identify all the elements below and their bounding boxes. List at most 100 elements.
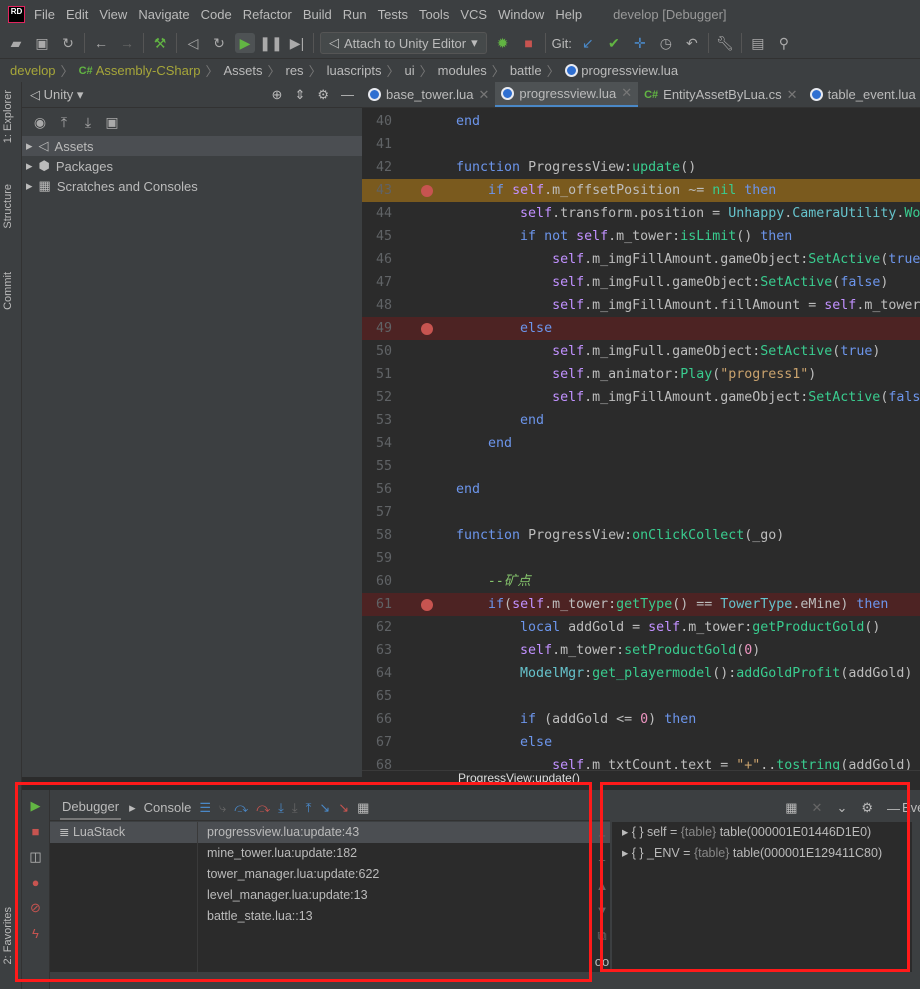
back-icon[interactable]: ← [91,33,111,53]
line-number[interactable]: 48 [362,294,392,317]
code-line[interactable]: 42 function ProgressView:update() [362,156,920,179]
tab-base-tower[interactable]: base_tower.lua ✕ [362,82,495,107]
tab-progressview[interactable]: progressview.lua ✕ [495,82,639,107]
expand-arrow-icon[interactable]: ▸ [26,158,33,174]
code-line[interactable]: 64 ModelMgr:get_playermodel():addGoldPro… [362,662,920,685]
gear-icon[interactable]: ⚙ [317,87,329,103]
line-number[interactable]: 64 [362,662,392,685]
line-number[interactable]: 49 [362,317,392,340]
preview-icon[interactable]: ▣ [102,112,122,132]
menu-build[interactable]: Build [303,7,332,22]
breakpoint-icon[interactable] [421,185,433,197]
favorites-tab[interactable]: 2: Favorites [2,907,14,964]
line-number[interactable]: 58 [362,524,392,547]
code-line[interactable]: 65 [362,685,920,708]
line-number[interactable]: 40 [362,110,392,133]
line-number[interactable]: 41 [362,133,392,156]
breadcrumb-luascripts[interactable]: luascripts 〉 [327,61,405,80]
code-line[interactable]: 54 end [362,432,920,455]
expand-up-icon[interactable]: ⤒ [54,112,74,132]
tab-table-event[interactable]: table_event.lua [804,82,920,107]
breadcrumb-file[interactable]: progressview.lua [564,63,678,78]
open-folder-icon[interactable]: ▰ [6,33,26,53]
line-number[interactable]: 55 [362,455,392,478]
menu-tests[interactable]: Tests [378,7,408,22]
sync-icon[interactable]: ↻ [58,33,78,53]
code-line[interactable]: 49 else [362,317,920,340]
code-line[interactable]: 50 self.m_imgFull.gameObject:SetActive(t… [362,340,920,363]
menu-refactor[interactable]: Refactor [243,7,292,22]
play-icon[interactable]: ▶ [235,33,255,53]
code-editor[interactable]: 40 end 41 42 function ProgressView:update() 4… [362,108,920,770]
line-number[interactable]: 54 [362,432,392,455]
refresh-icon[interactable]: ↻ [209,33,229,53]
line-number[interactable]: 44 [362,202,392,225]
menu-view[interactable]: View [99,7,127,22]
tree-item-scratches[interactable]: ▸ ▦ Scratches and Consoles [22,176,362,196]
code-line[interactable]: 53 end [362,409,920,432]
forward-icon[interactable]: → [117,33,137,53]
line-number[interactable]: 61 [362,593,392,616]
line-number[interactable]: 59 [362,547,392,570]
line-number[interactable]: 57 [362,501,392,524]
close-icon[interactable]: ✕ [787,87,798,103]
menu-help[interactable]: Help [555,7,582,22]
step-icon[interactable]: ▶| [287,33,307,53]
pause-icon[interactable]: ❚❚ [259,33,282,53]
line-number[interactable]: 50 [362,340,392,363]
line-number[interactable]: 46 [362,248,392,271]
git-commit-icon[interactable]: ✔ [604,33,624,53]
code-line[interactable]: 40 end [362,110,920,133]
collapse-icon[interactable]: ⇕ [294,87,305,103]
show-icon[interactable]: ◉ [30,112,50,132]
code-line[interactable]: 61 if(self.m_tower:getType() == TowerTyp… [362,593,920,616]
code-line[interactable]: 44 self.transform.position = Unhappy.Cam… [362,202,920,225]
settings-wrench-icon[interactable]: 🔧︎ [715,33,735,53]
structure-tab[interactable]: Structure [2,184,14,229]
unity-icon[interactable]: ◁ [183,33,203,53]
search-icon[interactable]: ⚲ [774,33,794,53]
save-icon[interactable]: ▣ [32,33,52,53]
line-number[interactable]: 42 [362,156,392,179]
line-number[interactable]: 65 [362,685,392,708]
menu-tools[interactable]: Tools [419,7,449,22]
menu-window[interactable]: Window [498,7,544,22]
code-line[interactable]: 48 self.m_imgFillAmount.fillAmount = sel… [362,294,920,317]
commit-tab[interactable]: Commit [2,272,14,310]
code-line[interactable]: 51 self.m_animator:Play("progress1") [362,363,920,386]
menu-file[interactable]: File [34,7,55,22]
breadcrumb-modules[interactable]: modules 〉 [438,61,510,80]
breakpoint-icon[interactable] [421,599,433,611]
line-number[interactable]: 53 [362,409,392,432]
menu-edit[interactable]: Edit [66,7,88,22]
tree-item-assets[interactable]: ▸ ◁ Assets [22,136,362,156]
breadcrumb-res[interactable]: res 〉 [286,61,327,80]
breadcrumb-ui[interactable]: ui 〉 [405,61,438,80]
stop-icon[interactable]: ■ [519,33,539,53]
terminal-icon[interactable]: ▤ [748,33,768,53]
line-number[interactable]: 63 [362,639,392,662]
line-number[interactable]: 52 [362,386,392,409]
git-update-icon[interactable]: ↙ [578,33,598,53]
code-line[interactable]: 66 if (addGold <= 0) then [362,708,920,731]
expand-arrow-icon[interactable]: ▸ [26,178,33,194]
breadcrumb-develop[interactable]: develop 〉 [10,61,79,80]
code-line[interactable]: 67 else [362,731,920,754]
code-line[interactable]: 57 [362,501,920,524]
menu-navigate[interactable]: Navigate [138,7,189,22]
locate-icon[interactable]: ⊕ [272,87,283,103]
expand-down-icon[interactable]: ⤓ [78,112,98,132]
breakpoint-icon[interactable] [421,323,433,335]
breadcrumb-battle[interactable]: battle 〉 [510,61,565,80]
build-hammer-icon[interactable]: ⚒ [150,33,170,53]
history-icon[interactable]: ◷ [656,33,676,53]
git-push-icon[interactable]: ✛ [630,33,650,53]
debug-bug-icon[interactable]: ✹ [493,33,513,53]
close-icon[interactable]: ✕ [478,87,489,103]
code-line[interactable]: 62 local addGold = self.m_tower:getProdu… [362,616,920,639]
run-configuration-select[interactable]: ◁ Attach to Unity Editor ▾ [320,32,487,54]
line-number[interactable]: 43 [362,179,392,202]
line-number[interactable]: 47 [362,271,392,294]
line-number[interactable]: 62 [362,616,392,639]
code-line[interactable]: 58 function ProgressView:onClickCollect(_… [362,524,920,547]
